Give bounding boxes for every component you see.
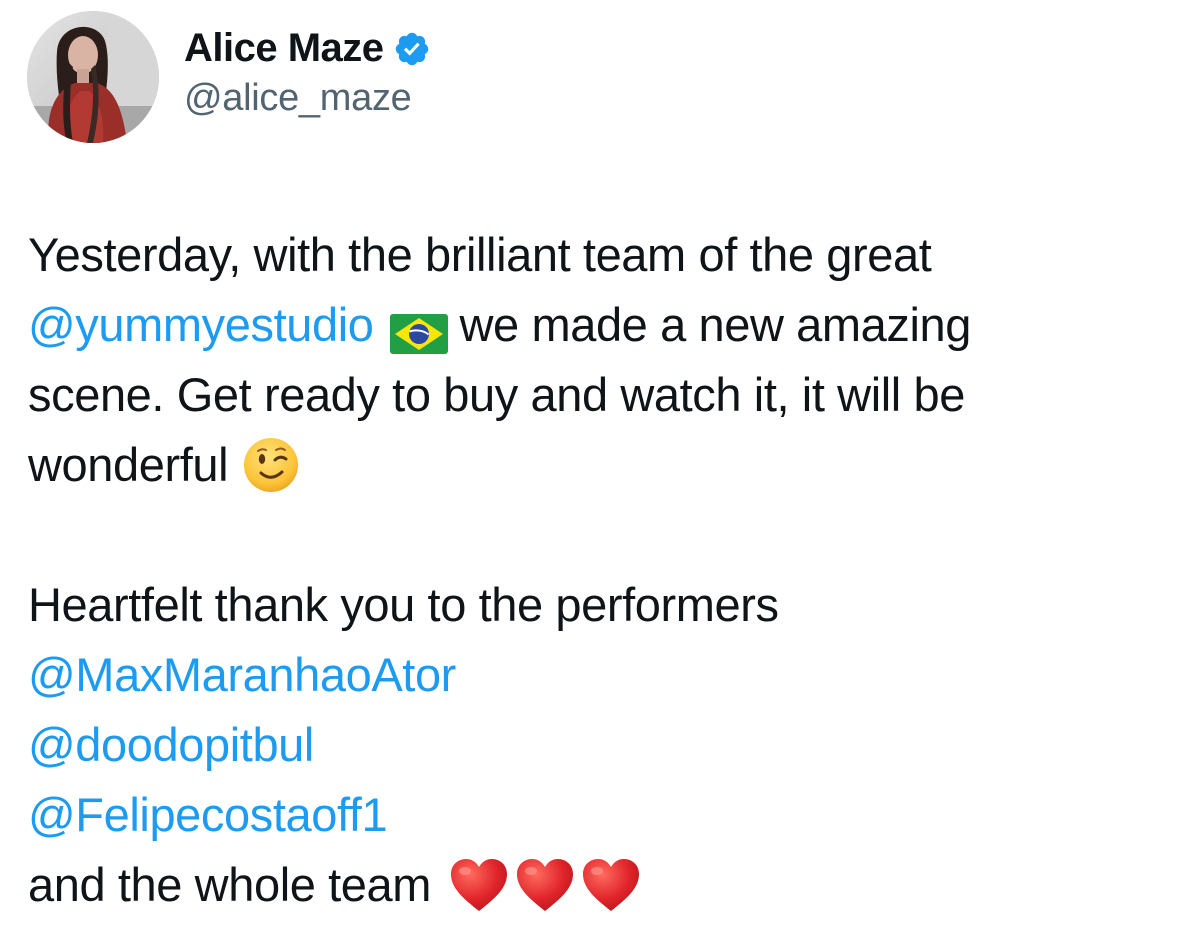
text-line: Heartfelt thank you to the performers [28,578,779,631]
text-segment: we made a new amazing [459,298,972,351]
text-segment: wonderful [28,438,229,491]
avatar[interactable] [27,11,159,143]
mention-link[interactable]: @yummyestudio [28,298,374,351]
name-row: Alice Maze [184,23,431,75]
text-line: Yesterday, with the brilliant team of th… [28,228,932,281]
mention-link[interactable]: @MaxMaranhaoAtor [28,640,1148,710]
brazil-flag-icon [389,304,448,354]
tweet-header: Alice Maze @alice_maze [27,10,431,144]
winking-face-icon [242,436,300,494]
text-segment: and the whole team [28,858,432,911]
text-line: @yummyestudio we made a new amazing [28,290,1148,360]
tweet-body: Yesterday, with the brilliant team of th… [28,220,1148,920]
red-heart-icon [449,857,509,913]
red-heart-icon [581,857,641,913]
avatar-image [27,11,159,143]
author-display-name[interactable]: Alice Maze [184,26,384,71]
tweet: Alice Maze @alice_maze Yesterday, with t… [0,0,1179,933]
red-heart-icon [515,857,575,913]
author-handle[interactable]: @alice_maze [184,77,431,120]
mention-link[interactable]: @doodopitbul [28,710,1148,780]
mention-link[interactable]: @Felipecostaoff1 [28,780,1148,850]
author-names: Alice Maze @alice_maze [184,23,431,120]
text-line: scene. Get ready to buy and watch it, it… [28,368,965,421]
verified-badge-icon[interactable] [393,30,431,68]
text-line: wonderful [28,430,1148,500]
text-line: and the whole team [28,850,1148,920]
